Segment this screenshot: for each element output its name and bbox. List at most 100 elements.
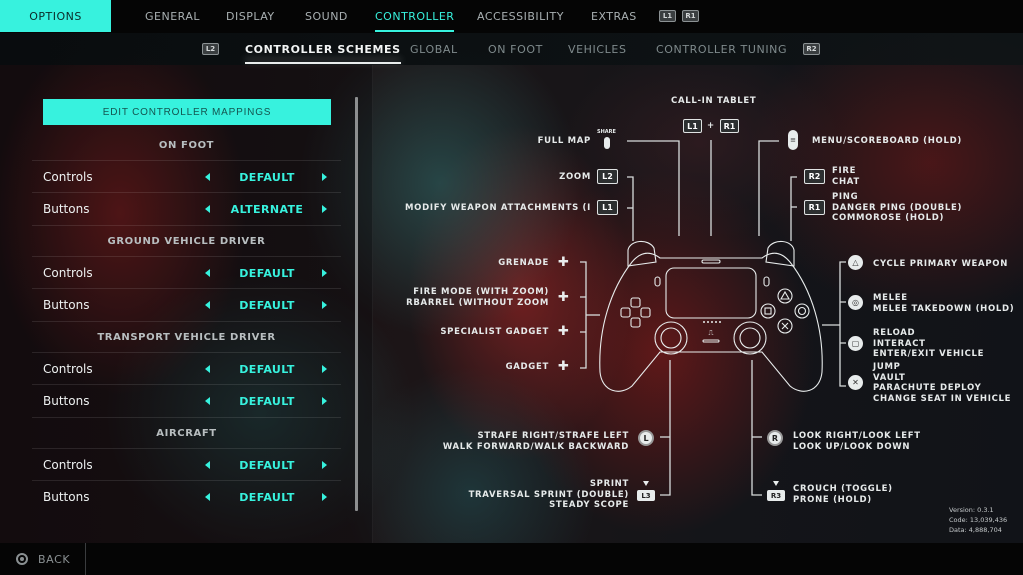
- setting-row-ground-controls[interactable]: Controls DEFAULT: [32, 256, 341, 288]
- menu-button-icon: ≡: [788, 130, 798, 150]
- arrow-right-icon[interactable]: [322, 205, 327, 213]
- label-r1-actions: PING DANGER PING (DOUBLE) COMMOROSE (HOL…: [832, 192, 962, 224]
- section-title-aircraft: AIRCRAFT: [32, 417, 341, 449]
- setting-row-on-foot-controls[interactable]: Controls DEFAULT: [32, 160, 341, 192]
- l2-button-icon: L2: [597, 169, 618, 184]
- share-label: SHARE: [597, 129, 616, 135]
- label-menu-scoreboard: MENU/SCOREBOARD (HOLD): [812, 136, 962, 146]
- section-title-on-foot: ON FOOT: [158, 139, 215, 151]
- action-traversal-sprint: TRAVERSAL SPRINT (DOUBLE): [468, 489, 629, 500]
- scrollbar[interactable]: [355, 97, 358, 511]
- arrow-left-icon[interactable]: [205, 493, 210, 501]
- edit-controller-mappings-button[interactable]: EDIT CONTROLLER MAPPINGS: [43, 99, 331, 125]
- r1-button-icon: R1: [804, 200, 825, 215]
- label-zoom: ZOOM: [559, 172, 591, 182]
- arrow-right-icon[interactable]: [322, 173, 327, 181]
- label-r2-actions: FIRE CHAT: [832, 166, 860, 187]
- arrow-right-icon[interactable]: [322, 269, 327, 277]
- arrow-left-icon[interactable]: [205, 205, 210, 213]
- tab-display[interactable]: DISPLAY: [226, 0, 275, 33]
- arrow-left-icon[interactable]: [205, 173, 210, 181]
- dpad-up-icon: ✚: [558, 255, 569, 270]
- arrow-left-icon[interactable]: [205, 301, 210, 309]
- action-prone: PRONE (HOLD): [793, 494, 872, 505]
- tab-extras[interactable]: EXTRAS: [591, 0, 637, 33]
- setting-row-aircraft-controls[interactable]: Controls DEFAULT: [32, 448, 341, 480]
- action-melee: MELEE: [873, 293, 908, 303]
- options-tab[interactable]: OPTIONS: [0, 0, 111, 32]
- l2-prev-subtab-hint[interactable]: L2: [202, 43, 219, 55]
- action-steady-scope: STEADY SCOPE: [549, 500, 629, 510]
- arrow-left-icon[interactable]: [205, 461, 210, 469]
- label-triangle-actions: CYCLE PRIMARY WEAPON: [873, 259, 1008, 270]
- dpad-left-icon: ✚: [558, 324, 569, 339]
- r1-next-tab-hint[interactable]: R1: [682, 10, 699, 22]
- action-strafe: STRAFE RIGHT/STRAFE LEFT: [477, 431, 629, 441]
- action-look-vertical: LOOK UP/LOOK DOWN: [793, 441, 911, 452]
- subtab-controller-schemes[interactable]: CONTROLLER SCHEMES: [245, 33, 401, 65]
- arrow-left-icon[interactable]: [205, 269, 210, 277]
- action-jump: JUMP: [873, 362, 901, 372]
- label-specialist-gadget: SPECIALIST GADGET: [440, 327, 549, 337]
- label-fire-mode: FIRE MODE (WITH ZOOM) RBARREL (WITHOUT Z…: [406, 287, 549, 308]
- label-l3-actions: SPRINT TRAVERSAL SPRINT (DOUBLE) STEADY …: [469, 479, 629, 511]
- setting-label: Controls: [43, 362, 93, 376]
- setting-value: DEFAULT: [239, 458, 295, 472]
- version-number: Version: 0.3.1: [949, 506, 994, 514]
- subtab-vehicles[interactable]: VEHICLES: [568, 33, 627, 65]
- setting-label: Controls: [43, 458, 93, 472]
- arrow-right-icon[interactable]: [322, 365, 327, 373]
- action-fire: FIRE: [832, 166, 857, 176]
- tab-sound[interactable]: SOUND: [305, 0, 348, 33]
- code-number: Code: 13,039,436: [949, 516, 1008, 524]
- action-melee-takedown: MELEE TAKEDOWN (HOLD): [873, 303, 1015, 314]
- action-cycle-primary-weapon: CYCLE PRIMARY WEAPON: [873, 259, 1009, 269]
- setting-row-aircraft-buttons[interactable]: Buttons DEFAULT: [32, 480, 341, 512]
- arrow-right-icon[interactable]: [322, 397, 327, 405]
- r3-button-icon: R3: [767, 490, 785, 501]
- setting-label: Buttons: [43, 202, 90, 216]
- tab-general[interactable]: GENERAL: [145, 0, 200, 33]
- label-r3-actions: CROUCH (TOGGLE) PRONE (HOLD): [793, 484, 893, 505]
- setting-row-transport-controls[interactable]: Controls DEFAULT: [32, 352, 341, 384]
- back-button[interactable]: BACK: [16, 543, 70, 575]
- setting-value: DEFAULT: [239, 170, 295, 184]
- back-label: BACK: [38, 552, 71, 566]
- arrow-right-icon[interactable]: [322, 301, 327, 309]
- setting-row-ground-buttons[interactable]: Buttons DEFAULT: [32, 288, 341, 320]
- tab-controller[interactable]: CONTROLLER: [375, 0, 455, 33]
- arrow-right-icon[interactable]: [322, 461, 327, 469]
- action-reload: RELOAD: [873, 328, 916, 338]
- arrow-left-icon[interactable]: [205, 397, 210, 405]
- label-gadget: GADGET: [505, 362, 549, 372]
- label-square-actions: RELOAD INTERACT ENTER/EXIT VEHICLE: [873, 328, 984, 360]
- label-call-in-tablet: CALL-IN TABLET: [671, 96, 757, 106]
- action-rbarrel: RBARREL (WITHOUT ZOOM: [406, 297, 549, 308]
- subtab-controller-tuning[interactable]: CONTROLLER TUNING: [656, 33, 787, 65]
- l1-prev-tab-hint[interactable]: L1: [659, 10, 676, 22]
- label-full-map: FULL MAP: [537, 136, 591, 146]
- label-cross-actions: JUMP VAULT PARACHUTE DEPLOY CHANGE SEAT …: [873, 362, 1011, 404]
- action-sprint: SPRINT: [589, 479, 629, 489]
- setting-row-transport-buttons[interactable]: Buttons DEFAULT: [32, 384, 341, 416]
- action-enter-exit-vehicle: ENTER/EXIT VEHICLE: [873, 349, 985, 359]
- subtab-global[interactable]: GLOBAL: [410, 33, 458, 65]
- divider: [85, 543, 86, 575]
- arrow-left-icon[interactable]: [205, 365, 210, 373]
- share-button-icon: [604, 137, 610, 149]
- press-down-icon: [643, 481, 649, 486]
- action-vault: VAULT: [873, 372, 906, 383]
- subtab-on-foot[interactable]: ON FOOT: [488, 33, 543, 65]
- circle-button-icon: [16, 553, 28, 565]
- plus-sign: +: [707, 121, 715, 131]
- setting-row-on-foot-buttons[interactable]: Buttons ALTERNATE: [32, 192, 341, 224]
- tab-accessibility[interactable]: ACCESSIBILITY: [477, 0, 564, 33]
- label-circle-actions: MELEE MELEE TAKEDOWN (HOLD): [873, 293, 1014, 314]
- label-left-stick-actions: STRAFE RIGHT/STRAFE LEFT WALK FORWARD/WA…: [443, 431, 629, 452]
- r2-next-subtab-hint[interactable]: R2: [803, 43, 820, 55]
- arrow-right-icon[interactable]: [322, 493, 327, 501]
- action-crouch: CROUCH (TOGGLE): [793, 484, 893, 494]
- l3-button-icon: L3: [637, 490, 655, 501]
- action-ping: PING: [832, 192, 859, 202]
- action-fire-mode: FIRE MODE (WITH ZOOM): [413, 287, 549, 297]
